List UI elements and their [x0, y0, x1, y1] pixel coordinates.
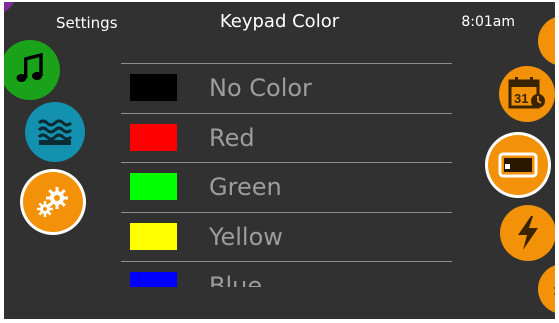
color-swatch [130, 123, 177, 151]
power-button[interactable] [500, 205, 555, 261]
music-button[interactable] [4, 40, 60, 100]
color-option-red[interactable]: Red [121, 112, 452, 163]
color-option-no-color[interactable]: No Color [121, 63, 452, 113]
partial-icon [553, 31, 555, 51]
color-label: Green [209, 173, 282, 201]
color-label: Yellow [209, 222, 283, 251]
color-option-yellow[interactable]: Yellow [121, 211, 452, 262]
color-option-green[interactable]: Green [121, 162, 452, 212]
color-swatch [130, 222, 177, 250]
gears-icon [35, 186, 71, 218]
color-swatch [130, 173, 177, 200]
settings-button[interactable] [23, 172, 83, 232]
keypad-color-list[interactable]: No Color Red Green Yellow Blue [121, 63, 452, 287]
schedule-button[interactable]: 31 [499, 66, 555, 122]
water-button[interactable] [25, 102, 85, 162]
color-label: No Color [209, 74, 312, 102]
color-swatch [130, 272, 177, 287]
water-waves-icon [37, 118, 73, 146]
wifi-icon [553, 277, 555, 301]
color-label: Red [209, 123, 255, 152]
clock: 8:01am [461, 14, 515, 30]
color-option-blue[interactable]: Blue [121, 261, 452, 287]
calendar-day-text: 31 [514, 91, 528, 106]
lightning-icon [515, 215, 541, 251]
schedule-calendar-icon: 31 [507, 77, 547, 111]
color-swatch [130, 74, 177, 101]
bottom-right-partial-button[interactable] [538, 264, 555, 314]
color-label: Blue [209, 272, 263, 287]
keypad-display-button[interactable] [488, 135, 548, 195]
display-panel-icon [498, 152, 538, 178]
spa-control-screen: Settings Keypad Color 8:01am 31 No Color… [4, 2, 555, 319]
music-icon [13, 53, 47, 87]
